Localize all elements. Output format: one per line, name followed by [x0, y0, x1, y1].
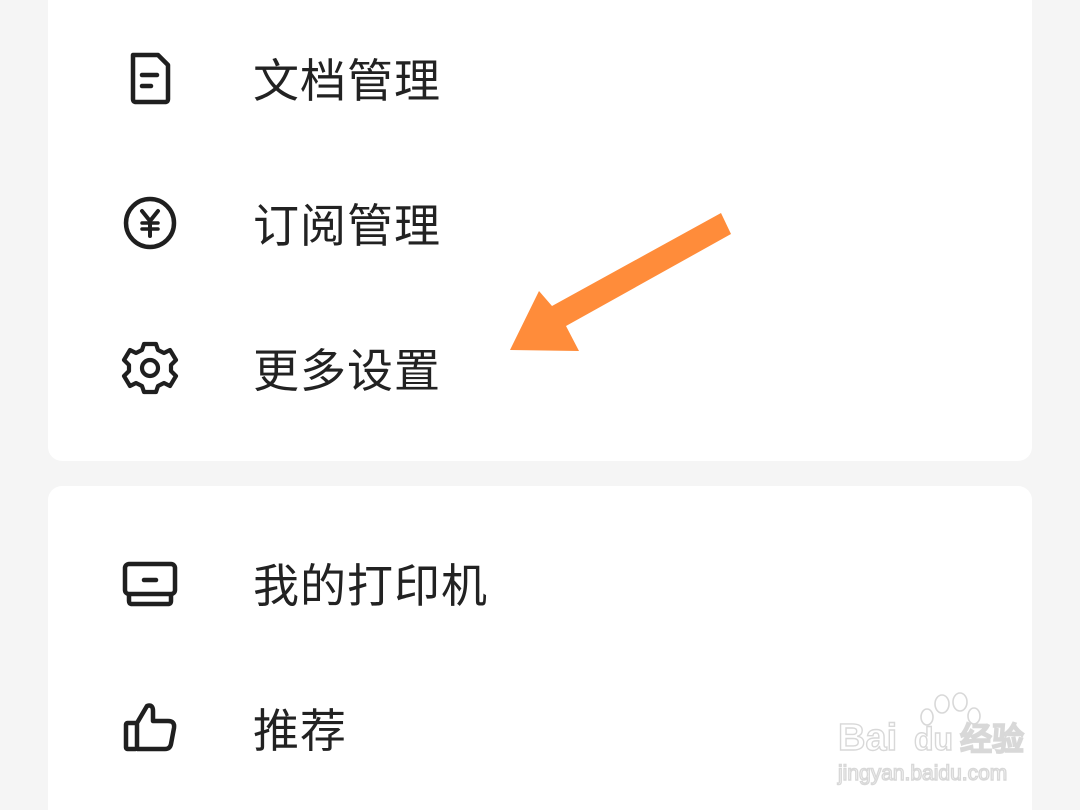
watermark-brand-cn: 经验	[960, 721, 1024, 757]
yen-coin-icon	[120, 193, 180, 253]
gear-icon	[120, 338, 180, 398]
menu-item-label: 文档管理	[253, 54, 441, 108]
menu-card-top: 文档管理 订阅管理 更多设置	[48, 0, 1032, 461]
menu-item-my-printer[interactable]: 我的打印机	[48, 513, 1032, 653]
baidu-jingyan-watermark: Bai du 经验 jingyan.baidu.com	[832, 692, 1032, 792]
menu-item-label: 推荐	[253, 704, 347, 758]
watermark-brand-du: du	[914, 721, 953, 757]
menu-item-label: 订阅管理	[253, 199, 441, 253]
printer-icon	[120, 553, 180, 613]
menu-item-label: 我的打印机	[253, 559, 488, 613]
thumbs-up-icon	[120, 698, 180, 758]
settings-menu-page: 文档管理 订阅管理 更多设置 我的打印机 推荐 Bai du 经验 jingya…	[0, 0, 1080, 810]
menu-item-document-management[interactable]: 文档管理	[48, 8, 1032, 148]
menu-item-subscription-management[interactable]: 订阅管理	[48, 153, 1032, 293]
watermark-brand-latin: Bai	[838, 717, 897, 759]
menu-item-more-settings[interactable]: 更多设置	[48, 298, 1032, 438]
menu-item-label: 更多设置	[253, 344, 441, 398]
watermark-url: jingyan.baidu.com	[837, 762, 1007, 785]
document-icon	[120, 48, 180, 108]
